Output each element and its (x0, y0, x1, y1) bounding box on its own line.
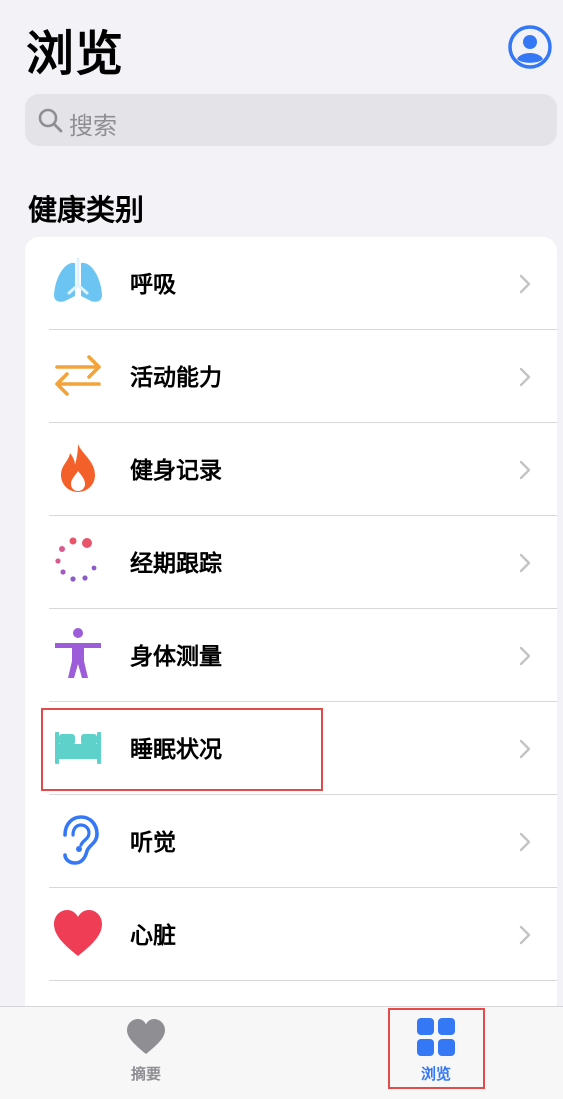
cycle-icon (55, 537, 97, 582)
heart-icon (54, 910, 102, 956)
arrows-icon (55, 355, 101, 396)
ear-icon (63, 815, 99, 865)
category-row-hearing[interactable]: 听觉 (25, 795, 557, 888)
chevron-right-icon (519, 367, 531, 387)
person-circle-icon (508, 25, 552, 69)
category-label: 心脏 (130, 923, 176, 949)
category-label: 听觉 (130, 830, 176, 856)
category-row-breathing[interactable]: 呼吸 (25, 237, 557, 330)
category-row-mobility[interactable]: 活动能力 (25, 330, 557, 423)
category-list: 呼吸 活动能力 健身记录 经期跟踪 身体测量 睡眠状况 听觉 心脏 (25, 237, 557, 1057)
flame-icon (61, 444, 95, 492)
highlight-box (388, 1008, 485, 1089)
chevron-right-icon (519, 553, 531, 573)
section-title: 健康类别 (28, 193, 145, 227)
search-bar[interactable]: 搜索 (25, 94, 557, 146)
chevron-right-icon (519, 646, 531, 666)
category-row-heart[interactable]: 心脏 (25, 888, 557, 981)
figure-icon (55, 628, 101, 678)
chevron-right-icon (519, 739, 531, 759)
chevron-right-icon (519, 460, 531, 480)
chevron-right-icon (519, 925, 531, 945)
category-label: 经期跟踪 (130, 551, 222, 577)
lungs-icon (54, 257, 102, 302)
category-label: 活动能力 (130, 365, 222, 391)
tab-summary-label: 摘要 (130, 1065, 161, 1083)
tab-summary[interactable]: 摘要 (86, 1007, 206, 1099)
chevron-right-icon (519, 832, 531, 852)
category-label: 呼吸 (130, 272, 176, 298)
category-label: 身体测量 (130, 644, 222, 670)
chevron-right-icon (519, 274, 531, 294)
search-icon (38, 108, 63, 133)
highlight-box (41, 708, 323, 791)
category-row-body-measurements[interactable]: 身体测量 (25, 609, 557, 702)
page-title: 浏览 (26, 26, 125, 82)
category-row-fitness[interactable]: 健身记录 (25, 423, 557, 516)
category-label: 健身记录 (130, 458, 222, 484)
profile-button[interactable] (507, 24, 553, 70)
search-placeholder[interactable]: 搜索 (69, 106, 117, 141)
heart-icon (127, 1019, 165, 1054)
category-row-cycle[interactable]: 经期跟踪 (25, 516, 557, 609)
